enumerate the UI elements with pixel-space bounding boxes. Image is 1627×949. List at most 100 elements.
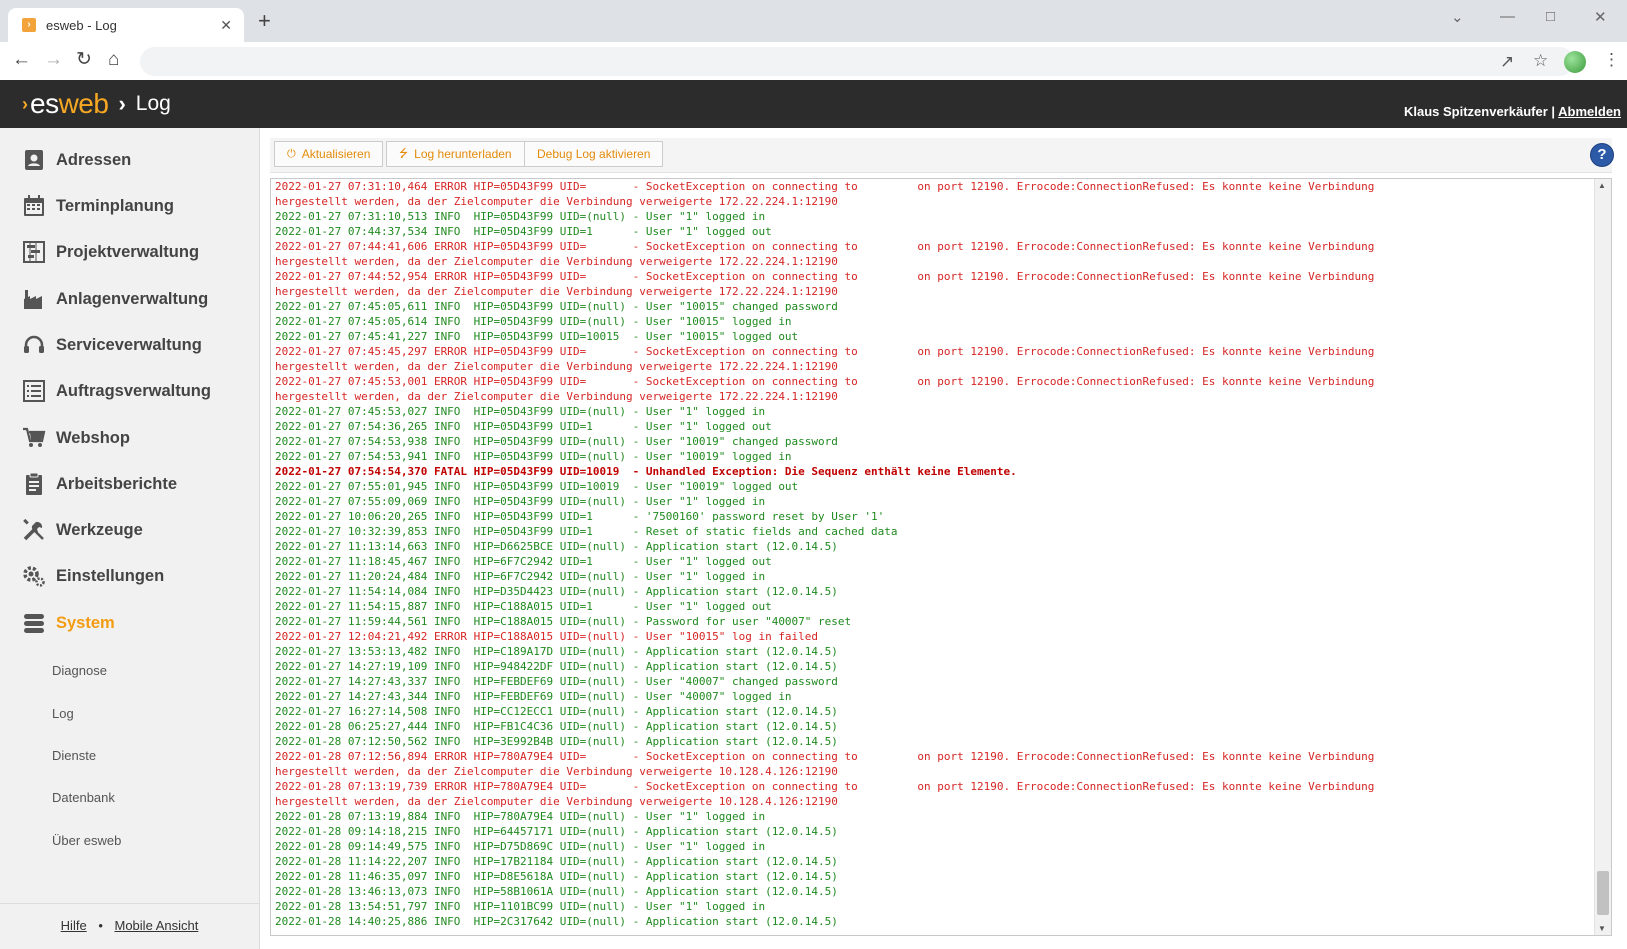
mobile-view-link[interactable]: Mobile Ansicht	[115, 918, 199, 933]
logout-link[interactable]: Abmelden	[1558, 104, 1621, 119]
refresh-icon: ⏻	[287, 147, 296, 160]
browser-tab-strip: › esweb - Log ✕ + ⌄ — □ ✕	[0, 0, 1627, 42]
tab-title: esweb - Log	[46, 17, 117, 33]
log-line: 2022-01-27 07:54:53,938 INFO HIP=05D43F9…	[275, 435, 838, 448]
sidebar-item-serviceverwaltung[interactable]: Serviceverwaltung	[0, 325, 259, 365]
log-line: 2022-01-27 12:04:21,492 ERROR HIP=C188A0…	[275, 630, 819, 643]
log-line: 2022-01-27 07:54:54,370 FATAL HIP=05D43F…	[275, 465, 1017, 478]
browser-toolbar: ← → ↻ ⌂ ↗ ☆ ⋮	[0, 42, 1627, 80]
log-line: 2022-01-28 09:14:18,215 INFO HIP=6445717…	[275, 825, 838, 838]
tools-icon	[20, 516, 48, 544]
log-viewer[interactable]: 2022-01-27 07:31:10,464 ERROR HIP=05D43F…	[270, 178, 1612, 936]
sidebar-item-system[interactable]: System	[0, 603, 259, 643]
sidebar-item-auftragsverwaltung[interactable]: Auftragsverwaltung	[0, 371, 259, 411]
log-line: 2022-01-27 11:54:14,084 INFO HIP=D35D442…	[275, 585, 838, 598]
log-text: 2022-01-27 07:31:10,464 ERROR HIP=05D43F…	[275, 179, 1585, 929]
log-line: 2022-01-27 11:20:24,484 INFO HIP=6F7C294…	[275, 570, 766, 583]
app-header: › esweb › Log Klaus Spitzenverkäufer | A…	[0, 80, 1627, 128]
help-icon[interactable]: ?	[1590, 143, 1614, 167]
sidebar-item-projektverwaltung[interactable]: Projektverwaltung	[0, 232, 259, 272]
log-line: 2022-01-28 07:13:19,739 ERROR HIP=780A79…	[275, 780, 1375, 793]
tab-search-icon[interactable]: ⌄	[1451, 8, 1464, 26]
log-line: 2022-01-27 07:55:01,945 INFO HIP=05D43F9…	[275, 480, 799, 493]
download-log-button[interactable]: ⭍ Log herunterladen	[386, 141, 525, 167]
log-line: 2022-01-27 07:44:41,606 ERROR HIP=05D43F…	[275, 240, 1375, 253]
log-line: 2022-01-27 11:54:15,887 INFO HIP=C188A01…	[275, 600, 772, 613]
log-line: 2022-01-28 07:12:50,562 INFO HIP=3E992B4…	[275, 735, 838, 748]
calendar-icon	[20, 192, 48, 220]
brand-name: esweb	[30, 88, 109, 119]
log-line: 2022-01-28 11:46:35,097 INFO HIP=D8E5618…	[275, 870, 838, 883]
sidebar-item-terminplanung[interactable]: Terminplanung	[0, 186, 259, 226]
log-line: 2022-01-28 11:14:22,207 INFO HIP=17B2118…	[275, 855, 838, 868]
sidebar-footer: Hilfe • Mobile Ansicht	[0, 903, 259, 933]
share-icon[interactable]: ↗	[1500, 53, 1514, 71]
log-line: 2022-01-28 13:54:51,797 INFO HIP=1101BC9…	[275, 900, 766, 913]
database-icon	[20, 609, 48, 637]
help-link[interactable]: Hilfe	[61, 918, 87, 933]
maximize-icon[interactable]: □	[1546, 8, 1555, 25]
log-line: 2022-01-27 07:31:10,513 INFO HIP=05D43F9…	[275, 210, 766, 223]
sidebar-item-arbeitsberichte[interactable]: Arbeitsberichte	[0, 464, 259, 504]
sidebar-subitem-ueber-esweb[interactable]: Über esweb	[52, 833, 121, 848]
log-line: 2022-01-28 13:46:13,073 INFO HIP=58B1061…	[275, 885, 838, 898]
user-name: Klaus Spitzenverkäufer	[1403, 104, 1548, 119]
log-line: 2022-01-27 11:13:14,663 INFO HIP=D6625BC…	[275, 540, 838, 553]
bookmark-star-icon[interactable]: ☆	[1533, 52, 1548, 70]
logo-chevron-icon: ›	[22, 93, 28, 114]
log-line: hergestellt werden, da der Zielcomputer …	[275, 795, 838, 808]
favicon-icon: ›	[22, 18, 36, 32]
sidebar-item-webshop[interactable]: Webshop	[0, 418, 259, 458]
log-line: 2022-01-28 14:40:25,886 INFO HIP=2C31764…	[275, 915, 838, 928]
debug-log-button[interactable]: Debug Log aktivieren	[524, 141, 664, 167]
log-line: 2022-01-28 07:12:56,894 ERROR HIP=780A79…	[275, 750, 1375, 763]
close-tab-icon[interactable]: ✕	[220, 17, 232, 34]
gears-icon	[20, 562, 48, 590]
log-toolbar: ⏻ Aktualisieren ⭍ Log herunterladen Debu…	[270, 138, 1612, 173]
sidebar-subitem-log[interactable]: Log	[52, 706, 74, 721]
scroll-up-icon[interactable]: ▲	[1598, 181, 1606, 190]
scroll-thumb[interactable]	[1597, 871, 1609, 915]
gantt-icon	[20, 238, 48, 266]
sidebar-subitem-diagnose[interactable]: Diagnose	[52, 663, 107, 678]
log-scrollbar[interactable]: ▲ ▼	[1594, 179, 1611, 935]
sidebar-subitem-dienste[interactable]: Dienste	[52, 748, 96, 763]
sidebar-item-anlagenverwaltung[interactable]: Anlagenverwaltung	[0, 279, 259, 319]
esweb-logo[interactable]: › esweb › Log	[22, 85, 171, 123]
refresh-button[interactable]: ⏻ Aktualisieren	[274, 141, 384, 167]
log-line: 2022-01-27 11:59:44,561 INFO HIP=C188A01…	[275, 615, 852, 628]
log-line: 2022-01-27 07:45:53,027 INFO HIP=05D43F9…	[275, 405, 766, 418]
log-line: 2022-01-28 07:13:19,884 INFO HIP=780A79E…	[275, 810, 766, 823]
scroll-down-icon[interactable]: ▼	[1598, 924, 1606, 933]
log-line: 2022-01-27 07:31:10,464 ERROR HIP=05D43F…	[275, 180, 1375, 193]
profile-avatar[interactable]	[1564, 51, 1586, 73]
menu-kebab-icon[interactable]: ⋮	[1603, 51, 1620, 69]
log-line: 2022-01-27 14:27:19,109 INFO HIP=948422D…	[275, 660, 838, 673]
log-line: 2022-01-27 07:54:36,265 INFO HIP=05D43F9…	[275, 420, 772, 433]
log-line: 2022-01-27 07:44:37,534 INFO HIP=05D43F9…	[275, 225, 772, 238]
close-window-icon[interactable]: ✕	[1594, 8, 1607, 26]
address-bar[interactable]: ↗ ☆	[140, 47, 1574, 76]
sidebar-item-adressen[interactable]: Adressen	[0, 140, 259, 180]
home-icon[interactable]: ⌂	[108, 50, 119, 70]
log-line: hergestellt werden, da der Zielcomputer …	[275, 285, 838, 298]
browser-tab[interactable]: › esweb - Log ✕	[8, 8, 244, 42]
main-content: ⏻ Aktualisieren ⭍ Log herunterladen Debu…	[260, 128, 1627, 949]
log-line: 2022-01-27 14:27:43,344 INFO HIP=FEBDEF6…	[275, 690, 792, 703]
log-line: 2022-01-27 14:27:43,337 INFO HIP=FEBDEF6…	[275, 675, 838, 688]
minimize-icon[interactable]: —	[1500, 8, 1515, 25]
factory-icon	[20, 285, 48, 313]
back-icon[interactable]: ←	[12, 50, 31, 70]
sidebar-item-einstellungen[interactable]: Einstellungen	[0, 556, 259, 596]
sidebar-subitem-datenbank[interactable]: Datenbank	[52, 790, 115, 805]
new-tab-button[interactable]: +	[258, 10, 271, 32]
lightning-icon: ⭍	[399, 147, 409, 160]
forward-icon[interactable]: →	[44, 50, 63, 70]
sidebar-item-werkzeuge[interactable]: Werkzeuge	[0, 510, 259, 550]
address-book-icon	[20, 146, 48, 174]
log-line: 2022-01-27 07:55:09,069 INFO HIP=05D43F9…	[275, 495, 766, 508]
list-icon	[20, 377, 48, 405]
reload-icon[interactable]: ↻	[76, 50, 92, 70]
page-title: Log	[135, 92, 171, 115]
headset-icon	[20, 331, 48, 359]
